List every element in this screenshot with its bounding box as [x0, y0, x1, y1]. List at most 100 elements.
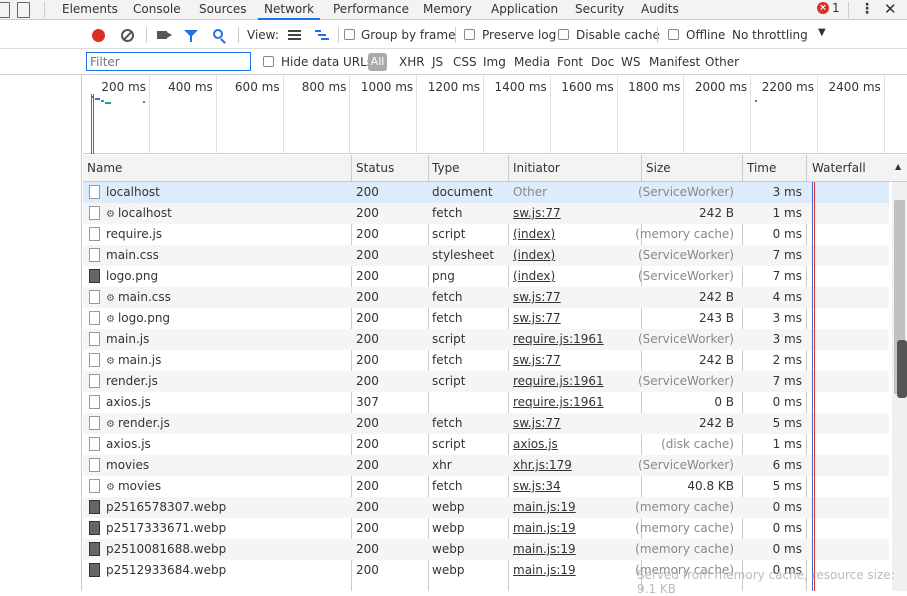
filter-type-js[interactable]: JS — [432, 55, 443, 69]
disable-cache-label[interactable]: Disable cache — [576, 28, 660, 42]
request-name[interactable]: require.js — [106, 227, 162, 241]
search-icon[interactable] — [213, 29, 223, 39]
request-name[interactable]: p2512933684.webp — [106, 563, 226, 577]
column-header-type[interactable]: Type — [432, 161, 460, 175]
filter-type-font[interactable]: Font — [557, 55, 583, 69]
table-row[interactable]: main.js 200 script require.js:1961 (ServiceW… — [83, 329, 889, 350]
tab-console[interactable]: Console — [133, 0, 181, 20]
request-name[interactable]: p2510081688.webp — [106, 542, 226, 556]
offline-label[interactable]: Offline — [686, 28, 725, 42]
table-row[interactable]: movies 200 xhr xhr.js:179 (ServiceWorker) 6 m… — [83, 455, 889, 476]
request-initiator[interactable]: sw.js:77 — [513, 416, 561, 430]
network-overview[interactable]: 200 ms 400 ms 600 ms 800 ms 1000 ms 1200 ms 14… — [83, 76, 907, 154]
tab-elements[interactable]: Elements — [62, 0, 118, 20]
device-toolbar-icon[interactable] — [17, 2, 30, 18]
table-row[interactable]: p2516578307.webp 200 webp main.js:19 (memory… — [83, 497, 889, 518]
offline-checkbox[interactable] — [668, 29, 679, 40]
table-row[interactable]: ⚙ logo.png 200 fetch sw.js:77 243 B 3 ms — [83, 308, 889, 329]
table-row[interactable]: ⚙ main.css 200 fetch sw.js:77 242 B 4 ms — [83, 287, 889, 308]
preserve-log-label[interactable]: Preserve log — [482, 28, 556, 42]
request-initiator[interactable]: sw.js:77 — [513, 353, 561, 367]
clear-icon[interactable] — [121, 29, 134, 42]
tab-performance[interactable]: Performance — [333, 0, 409, 20]
column-header-size[interactable]: Size — [646, 161, 671, 175]
request-name[interactable]: main.js — [106, 332, 149, 346]
overview-icon[interactable] — [315, 30, 329, 41]
filter-type-ws[interactable]: WS — [621, 55, 640, 69]
request-initiator[interactable]: (index) — [513, 269, 555, 283]
request-name[interactable]: movies — [106, 458, 149, 472]
request-name[interactable]: ⚙ main.js — [106, 353, 161, 367]
filter-input[interactable] — [86, 52, 251, 71]
filter-type-img[interactable]: Img — [483, 55, 506, 69]
tab-memory[interactable]: Memory — [423, 0, 472, 20]
drawer-handle[interactable] — [897, 340, 907, 398]
tab-application[interactable]: Application — [491, 0, 558, 20]
request-name[interactable]: ⚙ main.css — [106, 290, 171, 304]
request-initiator[interactable]: require.js:1961 — [513, 332, 604, 346]
tab-security[interactable]: Security — [575, 0, 624, 20]
request-initiator[interactable]: sw.js:77 — [513, 311, 561, 325]
table-row[interactable]: ⚙ movies 200 fetch sw.js:34 40.8 KB 5 ms — [83, 476, 889, 497]
request-name[interactable]: ⚙ logo.png — [106, 311, 170, 325]
error-icon[interactable]: × — [817, 2, 829, 14]
record-icon[interactable] — [92, 29, 105, 42]
sort-ascending-icon[interactable]: ▲ — [895, 162, 901, 171]
request-name[interactable]: axios.js — [106, 437, 151, 451]
table-row[interactable]: p2510081688.webp 200 webp main.js:19 (memory… — [83, 539, 889, 560]
request-initiator[interactable]: main.js:19 — [513, 563, 576, 577]
table-row[interactable]: logo.png 200 png (index) (ServiceWorker) 7 ms — [83, 266, 889, 287]
filter-type-all[interactable]: All — [368, 53, 387, 71]
table-row[interactable]: require.js 200 script (index) (memory cache)… — [83, 224, 889, 245]
table-row[interactable]: main.css 200 stylesheet (index) (ServiceWork… — [83, 245, 889, 266]
filter-type-manifest[interactable]: Manifest — [649, 55, 700, 69]
inspect-element-icon[interactable] — [0, 2, 10, 18]
filter-type-other[interactable]: Other — [705, 55, 739, 69]
request-name[interactable]: ⚙ movies — [106, 479, 161, 493]
table-row[interactable]: axios.js 200 script axios.js (disk cache) 1 m… — [83, 434, 889, 455]
filter-type-doc[interactable]: Doc — [591, 55, 614, 69]
request-initiator[interactable]: sw.js:77 — [513, 290, 561, 304]
group-by-frame-label[interactable]: Group by frame — [361, 28, 455, 42]
request-initiator[interactable]: sw.js:77 — [513, 206, 561, 220]
tab-audits[interactable]: Audits — [641, 0, 679, 20]
error-count[interactable]: 1 — [832, 1, 840, 15]
large-rows-icon[interactable] — [288, 30, 301, 41]
filter-type-css[interactable]: CSS — [453, 55, 477, 69]
request-name[interactable]: ⚙ localhost — [106, 206, 172, 220]
table-row[interactable]: p2517333671.webp 200 webp main.js:19 (memory… — [83, 518, 889, 539]
throttling-dropdown-icon[interactable]: ▼ — [818, 27, 826, 38]
request-initiator[interactable]: require.js:1961 — [513, 395, 604, 409]
throttling-select[interactable]: No throttling — [732, 28, 808, 42]
close-devtools-icon[interactable]: ✕ — [884, 0, 897, 18]
table-row[interactable]: ⚙ localhost 200 fetch sw.js:77 242 B 1 ms — [83, 203, 889, 224]
request-initiator[interactable]: sw.js:34 — [513, 479, 561, 493]
request-name[interactable]: ⚙ render.js — [106, 416, 170, 430]
column-header-initiator[interactable]: Initiator — [513, 161, 560, 175]
request-name[interactable]: localhost — [106, 185, 160, 199]
capture-screenshots-icon[interactable] — [157, 31, 172, 39]
tab-network[interactable]: Network — [258, 0, 321, 20]
table-row[interactable]: axios.js 307 require.js:1961 0 B 0 ms — [83, 392, 889, 413]
table-row[interactable]: localhost 200 document Other (ServiceWorker)… — [83, 182, 889, 203]
request-initiator[interactable]: require.js:1961 — [513, 374, 604, 388]
more-options-icon[interactable]: ⋮ — [860, 0, 874, 18]
column-header-name[interactable]: Name — [87, 161, 122, 175]
request-name[interactable]: logo.png — [106, 269, 158, 283]
disable-cache-checkbox[interactable] — [558, 29, 569, 40]
hide-data-urls-checkbox[interactable] — [263, 56, 274, 67]
table-row[interactable]: ⚙ render.js 200 fetch sw.js:77 242 B 5 ms — [83, 413, 889, 434]
request-initiator[interactable]: (index) — [513, 227, 555, 241]
request-name[interactable]: p2517333671.webp — [106, 521, 226, 535]
column-header-status[interactable]: Status — [356, 161, 394, 175]
group-by-frame-checkbox[interactable] — [344, 29, 355, 40]
request-name[interactable]: axios.js — [106, 395, 151, 409]
request-initiator[interactable]: main.js:19 — [513, 500, 576, 514]
preserve-log-checkbox[interactable] — [464, 29, 475, 40]
hide-data-urls-label[interactable]: Hide data URLs — [281, 55, 373, 69]
column-header-waterfall[interactable]: Waterfall — [812, 161, 866, 175]
filter-icon[interactable] — [184, 30, 198, 42]
request-initiator[interactable]: axios.js — [513, 437, 558, 451]
request-initiator[interactable]: main.js:19 — [513, 542, 576, 556]
request-name[interactable]: p2516578307.webp — [106, 500, 226, 514]
